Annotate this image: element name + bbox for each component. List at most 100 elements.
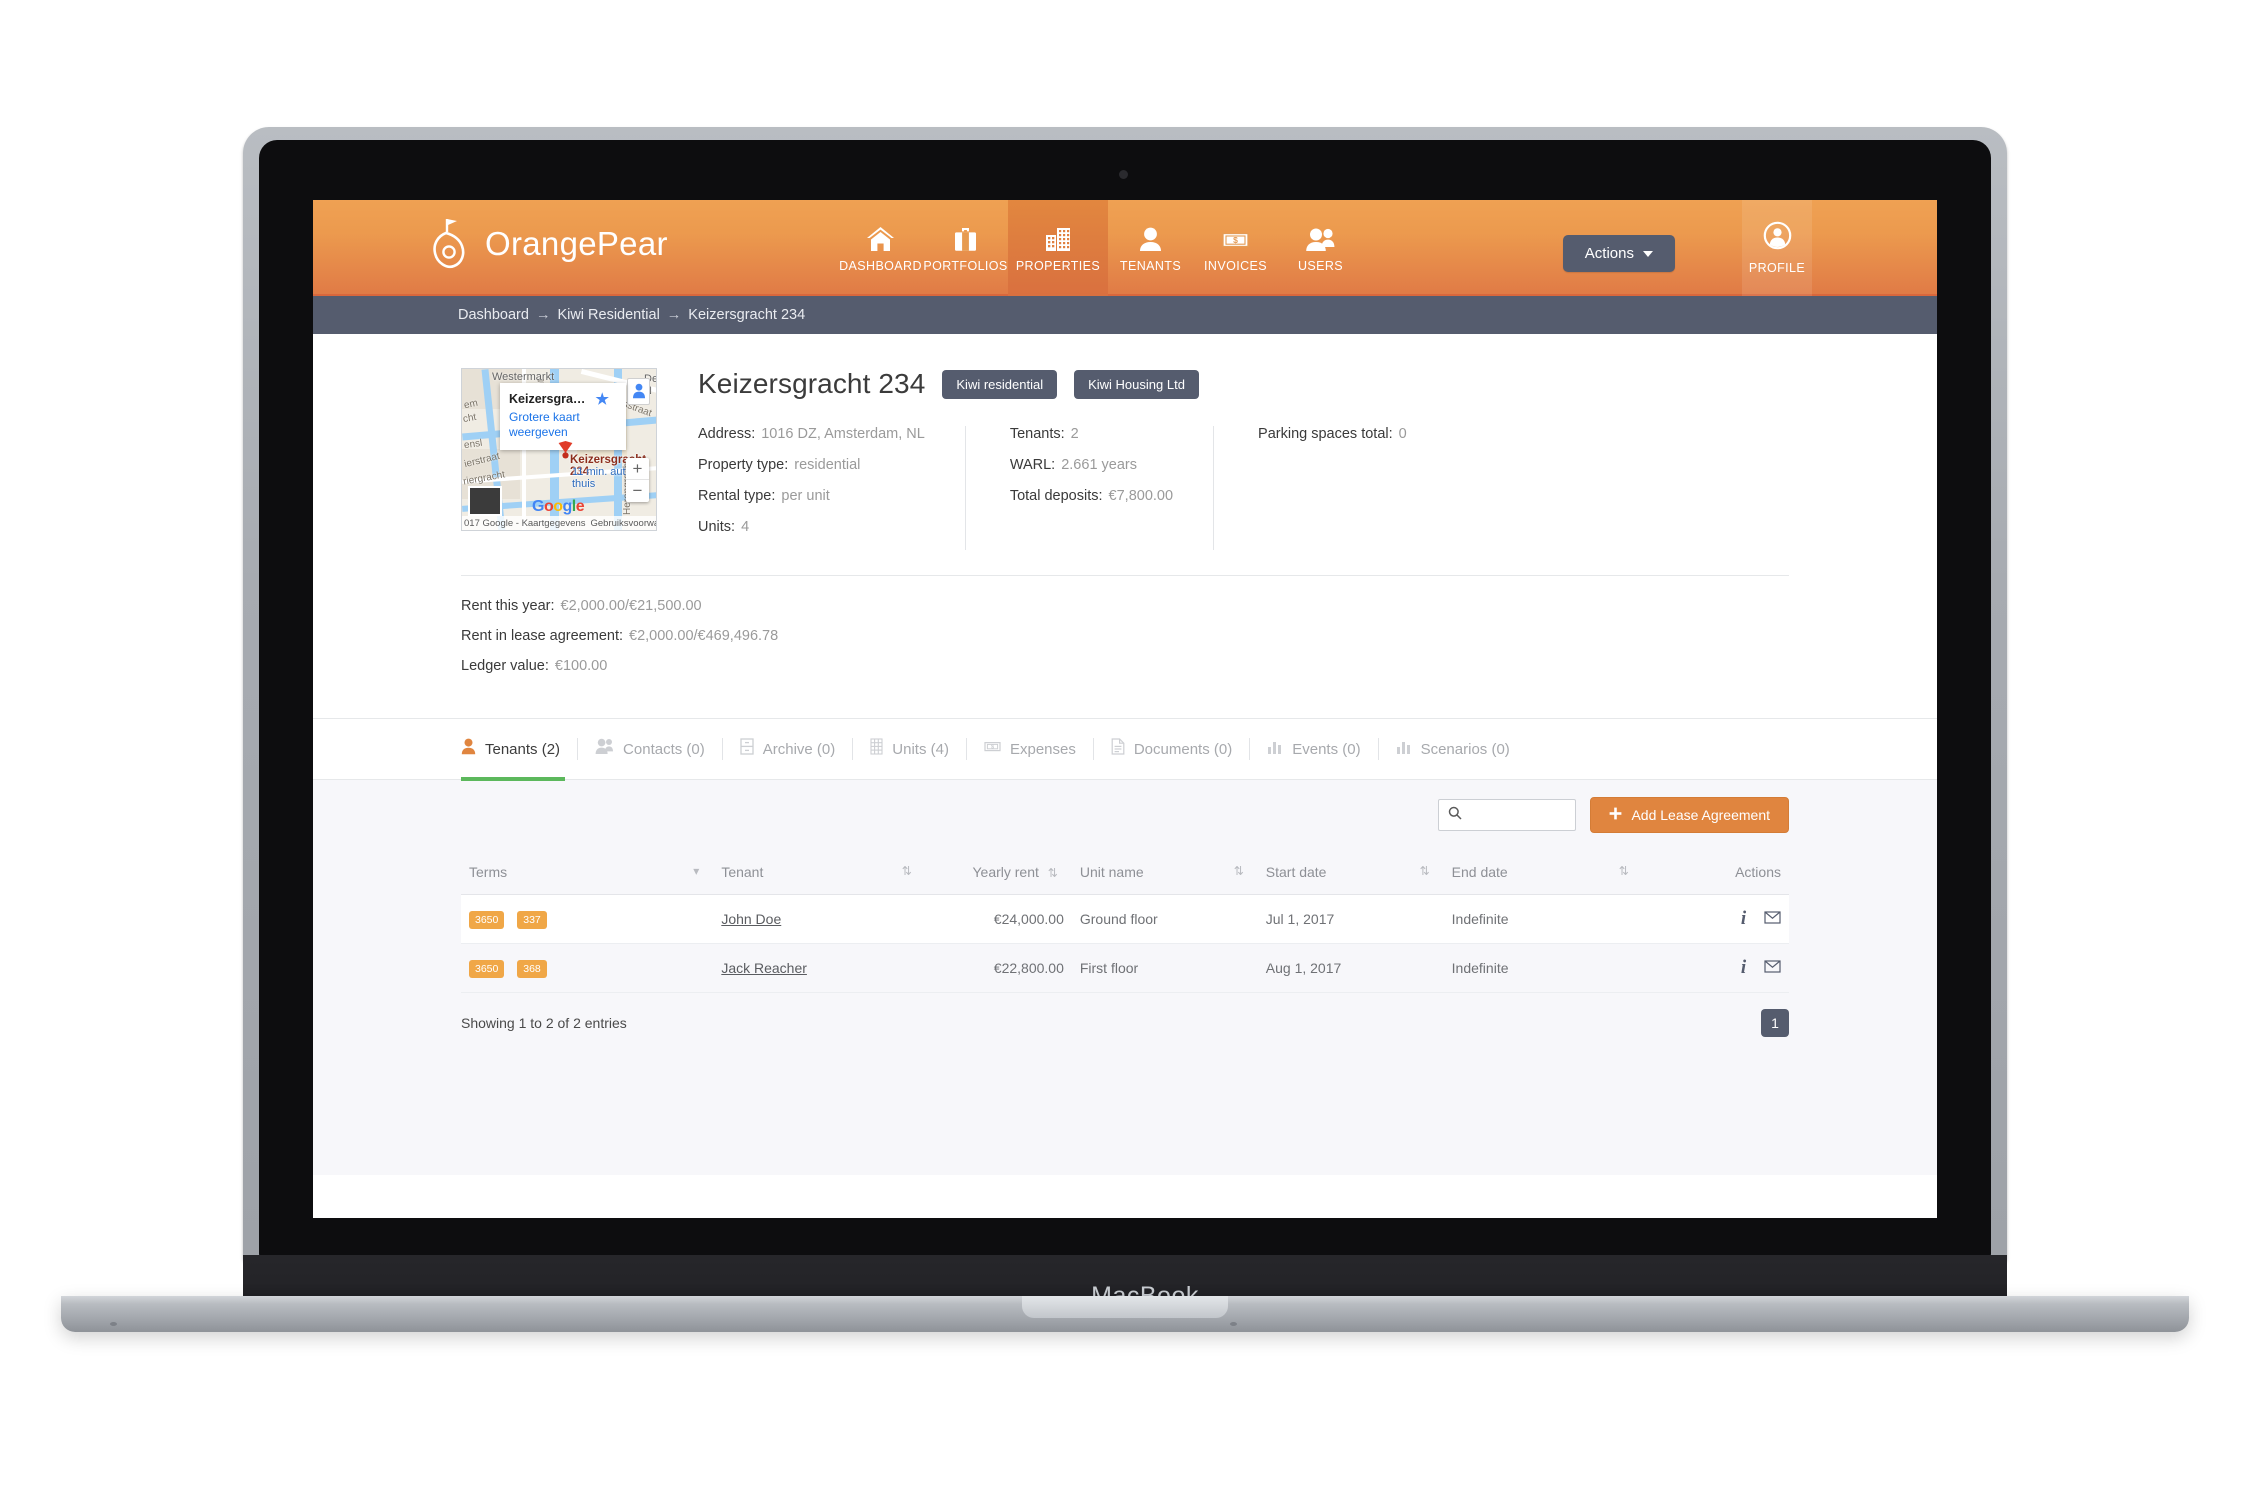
map-street-label: Westermarkt xyxy=(492,371,555,383)
nav-label: PROPERTIES xyxy=(1015,258,1101,273)
actions-label: Actions xyxy=(1584,245,1634,262)
map-card-link[interactable]: Grotere kaart weergeven xyxy=(509,410,617,439)
envelope-icon[interactable] xyxy=(1764,911,1781,927)
col-terms[interactable]: Terms ▾ xyxy=(461,850,714,895)
col-end-date[interactable]: End date ⇅ xyxy=(1443,850,1643,895)
term-badge[interactable]: 3650 xyxy=(469,959,505,978)
col-terms-label: Terms xyxy=(469,864,508,880)
tab-contacts[interactable]: Contacts (0) xyxy=(578,718,722,780)
profile-label: PROFILE xyxy=(1748,261,1806,275)
showing-entries: Showing 1 to 2 of 2 entries xyxy=(461,1015,627,1031)
search-box[interactable] xyxy=(1438,799,1577,831)
detail-tabs: Tenants (2) Contacts (0) Archive (0) Uni… xyxy=(313,718,1937,781)
map-terms-link[interactable]: Gebruiksvoorwaarden xyxy=(590,518,656,529)
building-grid-icon xyxy=(870,738,883,760)
tab-archive[interactable]: Archive (0) xyxy=(723,718,853,780)
info-icon[interactable]: i xyxy=(1741,908,1746,929)
sort-both-icon: ⇅ xyxy=(901,864,912,878)
breadcrumb-item-portfolio[interactable]: Kiwi Residential xyxy=(557,307,659,323)
portfolio-badge[interactable]: Kiwi residential xyxy=(942,369,1058,399)
nav-item-dashboard[interactable]: DASHBOARD xyxy=(838,200,923,296)
sort-both-icon: ⇅ xyxy=(1419,864,1430,878)
col-tenant[interactable]: Tenant ⇅ xyxy=(713,850,926,895)
fact-value: 2.661 years xyxy=(1061,457,1137,473)
map-zoom-out-button[interactable]: − xyxy=(626,480,649,502)
col-yearly-rent[interactable]: Yearly rent ⇅ xyxy=(925,850,1072,895)
col-actions: Actions xyxy=(1642,850,1789,895)
breadcrumb: Dashboard → Kiwi Residential → Keizersgr… xyxy=(313,296,1937,334)
add-lease-agreement-button[interactable]: Add Lease Agreement xyxy=(1590,797,1789,833)
breadcrumb-separator: → xyxy=(535,307,551,323)
bar-chart-icon xyxy=(1396,738,1412,760)
fact-value: 1016 DZ, Amsterdam, NL xyxy=(761,426,925,442)
table-row[interactable]: 3650 337 John Doe €24,000.00 Ground floo… xyxy=(461,894,1789,944)
tab-units[interactable]: Units (4) xyxy=(853,718,966,780)
fact-value: residential xyxy=(794,457,861,473)
star-icon[interactable]: ★ xyxy=(595,390,608,408)
street-view-pegman-icon[interactable] xyxy=(627,378,650,405)
map-zoom-controls[interactable]: + − xyxy=(626,458,649,502)
term-badge[interactable]: 337 xyxy=(517,910,547,929)
map-info-card[interactable]: Keizersgra… ★ Grotere kaart weergeven xyxy=(500,383,626,450)
plus-icon xyxy=(1609,807,1622,823)
envelope-icon[interactable] xyxy=(1764,960,1781,976)
nav-label: TENANTS xyxy=(1119,258,1182,273)
sort-both-icon: ⇅ xyxy=(1233,864,1244,878)
term-badge[interactable]: 368 xyxy=(517,959,547,978)
svg-text:$: $ xyxy=(1233,234,1238,244)
col-start-date[interactable]: Start date ⇅ xyxy=(1257,850,1444,895)
street-view-thumbnail[interactable] xyxy=(468,486,502,516)
breadcrumb-item-property[interactable]: Keizersgracht 234 xyxy=(688,307,805,323)
tab-label: Tenants (2) xyxy=(485,740,561,758)
nav-item-properties[interactable]: PROPERTIES xyxy=(1008,200,1108,296)
tab-scenarios[interactable]: Scenarios (0) xyxy=(1379,718,1527,780)
fact-key: Rent this year: xyxy=(461,598,555,614)
property-map[interactable]: em cht ensl ierstraat riergracht Raadhui… xyxy=(461,368,657,531)
tab-label: Units (4) xyxy=(892,740,949,758)
facts-grid: Address: 1016 DZ, Amsterdam, NL Property … xyxy=(698,426,1807,550)
title-row: Keizersgracht 234 Kiwi residential Kiwi … xyxy=(698,368,1807,400)
col-unit-name[interactable]: Unit name ⇅ xyxy=(1071,850,1258,895)
info-icon[interactable]: i xyxy=(1741,957,1746,978)
page-content: em cht ensl ierstraat riergracht Raadhui… xyxy=(313,235,1937,1175)
fact-key: Total deposits: xyxy=(1009,488,1103,504)
cell-start-date: Jul 1, 2017 xyxy=(1257,894,1444,944)
tab-expenses[interactable]: $ Expenses xyxy=(967,718,1093,780)
cell-actions: i xyxy=(1642,894,1789,944)
search-input[interactable] xyxy=(1468,807,1576,823)
breadcrumb-item-dashboard[interactable]: Dashboard xyxy=(458,307,529,323)
facts-column-3: Parking spaces total: 0 xyxy=(1213,426,1447,550)
nav-item-portfolios[interactable]: PORTFOLIOS xyxy=(923,200,1008,296)
rent-in-lease-agreement: Rent in lease agreement: €2,000.00/€469,4… xyxy=(461,628,1937,644)
tab-documents[interactable]: Documents (0) xyxy=(1094,718,1249,780)
fact-rental-type: Rental type: per unit xyxy=(698,488,925,504)
property-info: Keizersgracht 234 Kiwi residential Kiwi … xyxy=(698,368,1937,550)
fact-value: 2 xyxy=(1070,426,1079,442)
brand-logo[interactable]: OrangePear xyxy=(427,216,668,272)
nav-item-tenants[interactable]: TENANTS xyxy=(1108,200,1193,296)
pagination-page-1[interactable]: 1 xyxy=(1761,1009,1789,1037)
property-summary: em cht ensl ierstraat riergracht Raadhui… xyxy=(313,235,1937,550)
nav-item-users[interactable]: USERS xyxy=(1278,200,1363,296)
fact-key: Units: xyxy=(698,519,736,535)
users-icon xyxy=(1305,224,1336,253)
owner-badge[interactable]: Kiwi Housing Ltd xyxy=(1074,369,1199,399)
nav-label: INVOICES xyxy=(1204,258,1267,273)
actions-button[interactable]: Actions xyxy=(1562,235,1675,272)
tab-label: Contacts (0) xyxy=(623,740,705,758)
profile-avatar-icon xyxy=(1763,221,1792,255)
map-zoom-in-button[interactable]: + xyxy=(626,458,649,480)
tab-events[interactable]: Events (0) xyxy=(1250,718,1377,780)
page-title: Keizersgracht 234 xyxy=(698,368,926,399)
nav-item-invoices[interactable]: $ INVOICES xyxy=(1193,200,1278,296)
term-badge[interactable]: 3650 xyxy=(469,910,505,929)
tenant-link[interactable]: John Doe xyxy=(721,911,781,927)
facts-column-2: Tenants: 2 WARL: 2.661 years Total deposit… xyxy=(964,426,1213,550)
fact-key: WARL: xyxy=(1009,457,1056,473)
map-attribution-text: 017 Google - Kaartgegevens xyxy=(464,517,586,529)
tenant-link[interactable]: Jack Reacher xyxy=(721,960,807,976)
profile-button[interactable]: PROFILE xyxy=(1742,200,1812,296)
table-row[interactable]: 3650 368 Jack Reacher €22,800.00 First f… xyxy=(461,943,1789,993)
banknote-icon: $ xyxy=(1221,224,1250,253)
tab-tenants[interactable]: Tenants (2) xyxy=(461,718,577,781)
